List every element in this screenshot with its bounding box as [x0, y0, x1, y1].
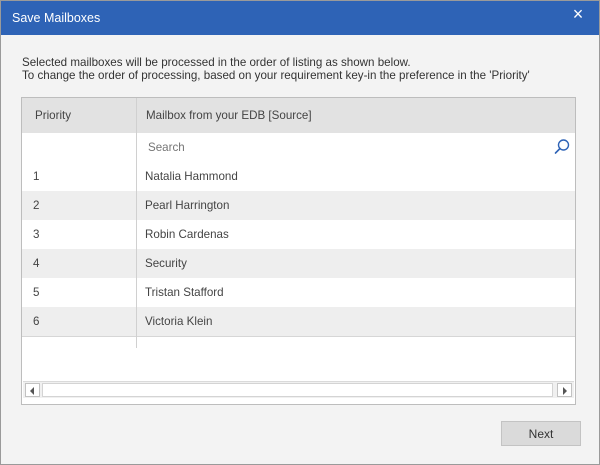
arrow-right-icon[interactable]: [557, 383, 572, 397]
priority-cell[interactable]: 6: [33, 315, 39, 328]
grid-header-row: Priority Mailbox from your EDB [Source]: [22, 98, 575, 134]
mailbox-cell: Natalia Hammond: [145, 170, 238, 183]
next-button[interactable]: Next: [501, 421, 581, 446]
column-header-mailbox[interactable]: Mailbox from your EDB [Source]: [146, 109, 312, 122]
arrow-left-icon[interactable]: [25, 383, 40, 397]
priority-cell[interactable]: 4: [33, 257, 39, 270]
mailbox-cell: Security: [145, 257, 187, 270]
instruction-line-1: Selected mailboxes will be processed in …: [22, 56, 411, 69]
table-row[interactable]: 6 Victoria Klein: [22, 307, 575, 337]
search-row: [22, 133, 575, 163]
priority-cell[interactable]: 2: [33, 199, 39, 212]
table-row[interactable]: 2 Pearl Harrington: [22, 191, 575, 221]
column-divider: [136, 98, 137, 348]
title-bar: Save Mailboxes ×: [1, 1, 599, 35]
mailbox-cell: Robin Cardenas: [145, 228, 229, 241]
save-mailboxes-dialog: Save Mailboxes × Selected mailboxes will…: [0, 0, 600, 465]
table-row[interactable]: 4 Security: [22, 249, 575, 279]
mailbox-cell: Tristan Stafford: [145, 286, 224, 299]
column-header-priority[interactable]: Priority: [35, 109, 71, 122]
table-row[interactable]: 3 Robin Cardenas: [22, 220, 575, 250]
mailbox-cell: Victoria Klein: [145, 315, 213, 328]
horizontal-scrollbar[interactable]: [23, 381, 574, 398]
instructions-text: Selected mailboxes will be processed in …: [22, 56, 582, 82]
priority-cell[interactable]: 3: [33, 228, 39, 241]
instruction-line-2: To change the order of processing, based…: [22, 69, 530, 82]
search-input[interactable]: [142, 138, 554, 156]
close-icon[interactable]: ×: [569, 4, 587, 24]
priority-cell[interactable]: 5: [33, 286, 39, 299]
priority-cell[interactable]: 1: [33, 170, 39, 183]
scrollbar-thumb[interactable]: [42, 383, 553, 397]
table-row[interactable]: 1 Natalia Hammond: [22, 162, 575, 192]
mailbox-cell: Pearl Harrington: [145, 199, 230, 212]
mailbox-priority-grid: Priority Mailbox from your EDB [Source] …: [21, 97, 576, 405]
table-row[interactable]: 5 Tristan Stafford: [22, 278, 575, 308]
search-icon[interactable]: [553, 138, 571, 156]
dialog-title: Save Mailboxes: [12, 11, 101, 25]
